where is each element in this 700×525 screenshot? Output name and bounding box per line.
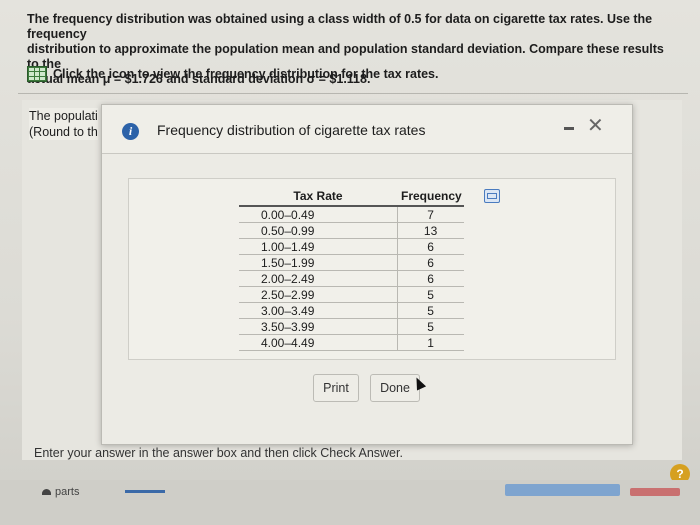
partial-question-text: The populati (Round to th (29, 108, 98, 140)
frequency-cell: 7 (396, 206, 464, 223)
table-icon[interactable] (27, 66, 47, 82)
partial-line: The populati (29, 109, 98, 123)
tax-rate-cell: 3.50–3.99 (239, 318, 397, 335)
question-line: The frequency distribution was obtained … (27, 12, 653, 41)
frequency-cell: 6 (396, 270, 464, 287)
close-icon[interactable]: ✕ (587, 116, 604, 136)
column-header-frequency: Frequency (397, 187, 464, 207)
tax-rate-cell: 1.50–1.99 (239, 254, 397, 271)
parts-indicator: parts (42, 486, 79, 498)
column-header-tax-rate: Tax Rate (239, 187, 397, 207)
frequency-cell: 5 (396, 286, 464, 303)
progress-strip (125, 490, 165, 493)
table-row: 1.50–1.99 6 (239, 254, 464, 271)
table-row: 3.00–3.49 5 (239, 302, 464, 319)
parts-label: parts (55, 486, 80, 498)
table-row: 2.00–2.49 6 (239, 270, 464, 287)
table-row: 4.00–4.49 1 (239, 334, 464, 351)
frequency-cell: 6 (396, 238, 464, 255)
copy-table-icon[interactable] (484, 189, 500, 203)
dialog-title: Frequency distribution of cigarette tax … (157, 122, 426, 138)
tax-rate-cell: 4.00–4.49 (239, 334, 397, 351)
tax-rate-cell: 0.00–0.49 (239, 206, 397, 223)
table-panel: Tax Rate Frequency 0.00–0.49 7 0.50–0.99 1… (128, 178, 616, 360)
table-row: 2.50–2.99 5 (239, 286, 464, 303)
divider (18, 93, 688, 94)
tax-rate-cell: 3.00–3.49 (239, 302, 397, 319)
frequency-cell: 6 (396, 254, 464, 271)
frequency-cell: 13 (396, 222, 464, 239)
dialog-header: i Frequency distribution of cigarette ta… (102, 105, 632, 154)
table-row: 3.50–3.99 5 (239, 318, 464, 335)
print-button[interactable]: Print (313, 374, 359, 402)
toolbar-button[interactable] (630, 488, 680, 496)
minimize-icon[interactable] (564, 127, 574, 130)
frequency-cell: 1 (396, 334, 464, 351)
table-row: 0.50–0.99 13 (239, 222, 464, 239)
info-icon: i (122, 123, 139, 140)
frequency-cell: 5 (396, 318, 464, 335)
partial-line: (Round to th (29, 125, 98, 139)
tax-rate-cell: 2.50–2.99 (239, 286, 397, 303)
frequency-cell: 5 (396, 302, 464, 319)
view-table-link[interactable]: Click the icon to view the frequency dis… (27, 66, 439, 82)
table-row: 0.00–0.49 7 (239, 206, 464, 223)
table-row: 1.00–1.49 6 (239, 238, 464, 255)
tax-rate-cell: 1.00–1.49 (239, 238, 397, 255)
page: The frequency distribution was obtained … (0, 0, 700, 525)
tax-rate-cell: 0.50–0.99 (239, 222, 397, 239)
parts-icon (42, 489, 51, 495)
tax-rate-cell: 2.00–2.49 (239, 270, 397, 287)
instruction-text: Enter your answer in the answer box and … (34, 446, 403, 460)
view-table-label: Click the icon to view the frequency dis… (53, 67, 439, 81)
check-answer-button[interactable] (505, 484, 620, 496)
frequency-table: Tax Rate Frequency 0.00–0.49 7 0.50–0.99 1… (239, 187, 464, 351)
frequency-dialog: i Frequency distribution of cigarette ta… (101, 104, 633, 445)
